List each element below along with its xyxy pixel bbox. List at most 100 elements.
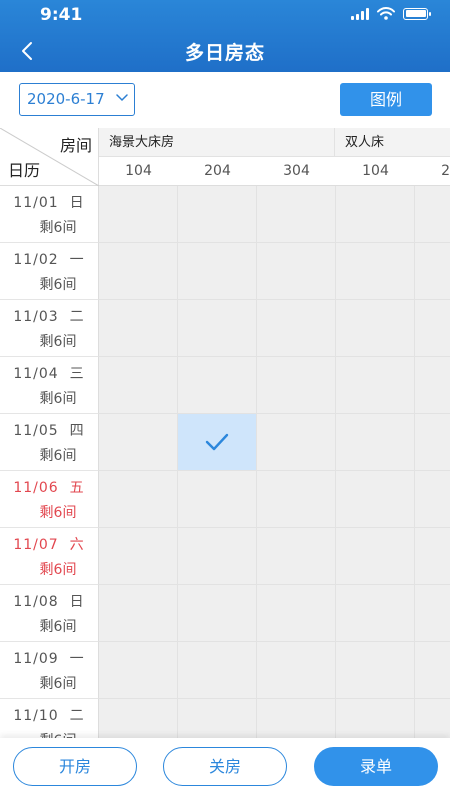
day-remaining: 剩6间 xyxy=(39,220,77,236)
room-cell[interactable] xyxy=(99,699,178,738)
room-cell[interactable] xyxy=(336,186,415,243)
room-cell[interactable] xyxy=(415,642,450,699)
room-cell[interactable] xyxy=(257,186,336,243)
calendar-day: 11/04 三剩6间 xyxy=(0,357,99,414)
day-weekday: 三 xyxy=(69,366,85,382)
room-cell[interactable] xyxy=(336,414,415,471)
table-row xyxy=(99,414,450,471)
room-cell[interactable] xyxy=(257,585,336,642)
day-remaining: 剩6间 xyxy=(39,448,77,464)
date-select[interactable]: 2020-6-17 xyxy=(19,83,135,116)
room-number: 204 xyxy=(441,163,450,179)
room-cell[interactable] xyxy=(99,414,178,471)
room-cell[interactable] xyxy=(336,585,415,642)
day-remaining: 剩6间 xyxy=(39,391,77,407)
legend-button[interactable]: 图例 xyxy=(340,83,432,116)
room-cell[interactable] xyxy=(99,186,178,243)
room-cell[interactable] xyxy=(336,357,415,414)
close-room-button[interactable]: 关房 xyxy=(163,747,287,786)
room-cell[interactable] xyxy=(257,471,336,528)
status-cells xyxy=(99,186,450,738)
room-cell[interactable] xyxy=(99,642,178,699)
record-order-button[interactable]: 录单 xyxy=(314,747,438,786)
day-date: 11/09 xyxy=(13,651,59,667)
room-number: 304 xyxy=(283,163,310,179)
room-cell[interactable] xyxy=(415,699,450,738)
check-icon xyxy=(205,433,229,451)
room-cell[interactable] xyxy=(178,300,257,357)
day-weekday: 二 xyxy=(69,708,85,724)
room-cell[interactable] xyxy=(336,243,415,300)
day-remaining: 剩6间 xyxy=(39,334,77,350)
room-cell[interactable] xyxy=(257,300,336,357)
day-date-line: 11/09 一 xyxy=(0,648,98,668)
table-row xyxy=(99,585,450,642)
room-cell[interactable] xyxy=(415,471,450,528)
table-row xyxy=(99,642,450,699)
room-cell[interactable] xyxy=(99,528,178,585)
day-weekday: 六 xyxy=(69,537,85,553)
table-row xyxy=(99,300,450,357)
room-cell[interactable] xyxy=(415,300,450,357)
room-cell[interactable] xyxy=(415,357,450,414)
day-remaining: 剩6间 xyxy=(39,277,77,293)
room-cell[interactable] xyxy=(257,243,336,300)
status-time: 9:41 xyxy=(40,5,83,25)
room-cell[interactable] xyxy=(257,414,336,471)
room-cell[interactable] xyxy=(336,699,415,738)
room-cell[interactable] xyxy=(99,243,178,300)
room-cell[interactable] xyxy=(178,528,257,585)
room-cell[interactable] xyxy=(99,585,178,642)
room-cell[interactable] xyxy=(336,642,415,699)
table-row xyxy=(99,471,450,528)
table-row xyxy=(99,357,450,414)
day-date: 11/01 xyxy=(13,195,59,211)
room-cell[interactable] xyxy=(257,528,336,585)
day-weekday: 一 xyxy=(69,252,85,268)
open-room-button[interactable]: 开房 xyxy=(13,747,137,786)
room-cell[interactable] xyxy=(257,642,336,699)
room-cell[interactable] xyxy=(178,357,257,414)
room-cell[interactable] xyxy=(99,300,178,357)
room-cell[interactable] xyxy=(178,642,257,699)
room-status-grid: 房间 日历 海景大床房双人床 104204304104204 11/01 日剩6… xyxy=(0,128,450,738)
room-cell[interactable] xyxy=(415,528,450,585)
room-cell[interactable] xyxy=(178,585,257,642)
room-cell[interactable] xyxy=(178,243,257,300)
day-remaining: 剩6间 xyxy=(39,562,77,578)
calendar-day: 11/05 四剩6间 xyxy=(0,414,99,471)
signal-icon xyxy=(351,7,369,20)
room-cell[interactable] xyxy=(257,699,336,738)
room-cell[interactable] xyxy=(178,699,257,738)
calendar-day: 11/03 二剩6间 xyxy=(0,300,99,357)
room-cell[interactable] xyxy=(415,414,450,471)
day-date: 11/04 xyxy=(13,366,59,382)
day-remaining: 剩6间 xyxy=(39,505,77,521)
app-header: 9:41 多日房态 xyxy=(0,0,450,72)
room-cell[interactable] xyxy=(415,186,450,243)
room-cell[interactable] xyxy=(99,471,178,528)
room-cell[interactable] xyxy=(336,528,415,585)
room-cell[interactable] xyxy=(257,357,336,414)
room-type-header: 海景大床房 xyxy=(99,128,335,157)
grid-corner: 房间 日历 xyxy=(0,128,99,186)
room-number: 104 xyxy=(362,163,389,179)
day-date-line: 11/03 二 xyxy=(0,306,98,326)
day-remaining: 剩6间 xyxy=(0,730,98,738)
day-remaining: 剩6间 xyxy=(39,619,77,635)
room-cell[interactable] xyxy=(336,300,415,357)
room-cell[interactable] xyxy=(99,357,178,414)
room-cell[interactable] xyxy=(178,186,257,243)
room-cell[interactable] xyxy=(178,471,257,528)
room-cell[interactable] xyxy=(415,243,450,300)
room-cell-selected[interactable] xyxy=(178,414,257,471)
calendar-day: 11/01 日剩6间 xyxy=(0,186,99,243)
room-cell[interactable] xyxy=(415,585,450,642)
room-cell[interactable] xyxy=(336,471,415,528)
